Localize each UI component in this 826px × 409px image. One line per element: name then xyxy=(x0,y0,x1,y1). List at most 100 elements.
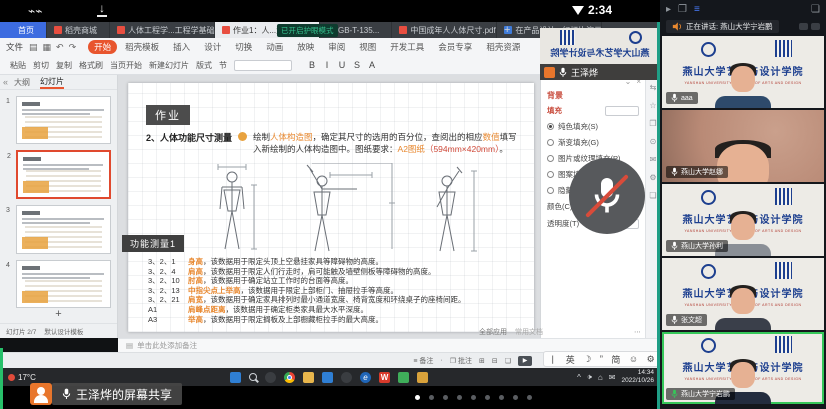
slide-thumbnail[interactable]: 4 xyxy=(16,260,111,308)
tab-outline[interactable]: 大纲 xyxy=(14,77,30,88)
app-icon[interactable] xyxy=(398,372,409,383)
ime-item[interactable]: ” xyxy=(600,354,603,364)
layout-list-icon[interactable]: ≡ xyxy=(694,4,700,15)
toolbar-button[interactable]: 当页开始 xyxy=(110,60,142,71)
tray-expand-icon[interactable]: ^ xyxy=(577,373,581,382)
tray-headset-icon[interactable]: 🕩 xyxy=(587,372,592,382)
format-button[interactable]: B xyxy=(307,60,317,70)
app-icon[interactable] xyxy=(341,372,352,383)
side-tool-icon[interactable]: ⇆ xyxy=(650,83,657,92)
ime-item[interactable]: 简 xyxy=(611,353,620,366)
toolbar-button[interactable]: 复制 xyxy=(56,60,72,71)
participant-tile[interactable]: 燕山大学艺术与设计学院 YANSHAN UNIVERSITY COLLEGE O… xyxy=(662,258,824,330)
ribbon-tab[interactable]: 审阅 xyxy=(322,40,351,54)
side-tool-icon[interactable]: ❐ xyxy=(649,119,656,128)
collapse-panel-icon[interactable]: « xyxy=(3,77,8,87)
participant-tile[interactable]: 燕山大学艺术与设计学院 YANSHAN UNIVERSITY COLLEGE O… xyxy=(662,36,824,108)
comments-toggle[interactable]: ❐ 批注 xyxy=(450,356,472,366)
page-dot[interactable] xyxy=(429,395,434,400)
apps-all-label[interactable]: 全部应用 xyxy=(479,327,507,337)
radio-icon[interactable] xyxy=(547,187,554,194)
notes-toggle[interactable]: ≡ 备注 xyxy=(413,356,433,366)
page-dot[interactable] xyxy=(485,395,490,400)
view-sorter-icon[interactable]: ⊟ xyxy=(492,357,498,365)
save-icon[interactable]: ▤ xyxy=(29,42,38,53)
tab-slides[interactable]: 幻灯片 xyxy=(40,76,64,89)
print-icon[interactable]: ▦ xyxy=(43,42,52,53)
ribbon-tab[interactable]: 开发工具 xyxy=(384,40,430,54)
wps-icon[interactable]: W xyxy=(379,372,390,383)
edge-icon[interactable]: e xyxy=(360,372,371,383)
page-dot[interactable] xyxy=(499,395,504,400)
presenter-camera-overlay[interactable]: 燕山大学艺术与设计学院 王泽烨 xyxy=(540,28,660,80)
ribbon-tab[interactable]: 稻壳模板 xyxy=(119,40,165,54)
format-button[interactable]: A xyxy=(367,60,377,70)
ribbon-tab[interactable]: 动画 xyxy=(260,40,289,54)
radio-icon[interactable] xyxy=(547,139,554,146)
side-tool-icon[interactable]: ✉ xyxy=(650,155,657,164)
document-tab[interactable]: 稻壳商城 xyxy=(47,22,110,38)
toolbar-button[interactable]: 新建幻灯片 xyxy=(149,60,189,71)
ribbon-tab[interactable]: 切换 xyxy=(229,40,258,54)
participant-tile[interactable]: 燕山大学艺术与设计学院 YANSHAN UNIVERSITY COLLEGE O… xyxy=(662,110,824,182)
slideshow-button[interactable]: ▶ xyxy=(518,356,532,366)
folder-icon[interactable] xyxy=(303,372,314,383)
undo-icon[interactable]: ↶ xyxy=(56,42,64,53)
ribbon-tab[interactable]: 会员专享 xyxy=(432,40,478,54)
slide-thumbnail[interactable]: 3 xyxy=(16,205,111,253)
notes-bar[interactable]: ▤ 单击此处添加备注 xyxy=(118,338,660,352)
app-icon[interactable] xyxy=(265,372,276,383)
ime-item[interactable]: 英 xyxy=(566,353,575,366)
chrome-icon[interactable] xyxy=(284,372,295,383)
toolbar-button[interactable]: 节 xyxy=(219,60,227,71)
taskbar-clock[interactable]: 14:34 2022/10/26 xyxy=(621,369,654,385)
ime-item[interactable]: ☽ xyxy=(583,354,591,365)
page-dot[interactable] xyxy=(513,395,518,400)
participant-tile[interactable]: 燕山大学艺术与设计学院 YANSHAN UNIVERSITY COLLEGE O… xyxy=(662,184,824,256)
format-button[interactable]: S xyxy=(352,60,362,70)
slide[interactable]: 作业 2、人体功能尺寸测量 绘制人体构造图，确定其尺寸的选用的百分位，查阅出的相… xyxy=(128,83,534,332)
page-dot[interactable] xyxy=(443,395,448,400)
slide-thumbnail[interactable]: 1 xyxy=(16,96,111,144)
ribbon-tab[interactable]: 放映 xyxy=(291,40,320,54)
document-tab[interactable]: 人体工程学...工程学基础 xyxy=(110,22,215,38)
side-tool-icon[interactable]: ❏ xyxy=(649,191,656,200)
ribbon-tab[interactable]: 设计 xyxy=(198,40,227,54)
download-icon[interactable]: ↓ xyxy=(97,2,107,17)
search-icon[interactable] xyxy=(249,373,257,381)
ribbon-tab[interactable]: 插入 xyxy=(167,40,196,54)
side-tool-icon[interactable]: ⊙ xyxy=(650,137,657,146)
font-family-combo[interactable] xyxy=(234,60,292,71)
expand-sidebar-icon[interactable]: ❏ xyxy=(811,4,820,15)
radio-icon[interactable] xyxy=(547,155,554,162)
tray-mail-icon[interactable]: ✉ xyxy=(609,373,616,382)
radio-icon[interactable] xyxy=(547,123,554,130)
layout-gallery-icon[interactable]: ▸ xyxy=(666,4,671,15)
tray-network-icon[interactable]: ⌂ xyxy=(598,373,603,382)
add-slide-button[interactable]: + xyxy=(0,308,117,322)
page-dot[interactable] xyxy=(471,395,476,400)
radio-icon[interactable] xyxy=(547,171,554,178)
mail-icon[interactable] xyxy=(322,372,333,383)
apps-more-icon[interactable]: ⋯ xyxy=(634,328,641,336)
view-read-icon[interactable]: ❏ xyxy=(505,357,511,365)
ime-item[interactable]: ⚙ xyxy=(647,354,655,365)
toolbar-button[interactable]: 版式 xyxy=(196,60,212,71)
weather-widget[interactable]: 17°C xyxy=(0,373,70,382)
page-dot[interactable] xyxy=(415,395,420,400)
document-tab[interactable]: 首页 xyxy=(0,22,47,38)
side-tool-icon[interactable]: ⚙ xyxy=(649,173,656,182)
ribbon-tab[interactable]: 开始 xyxy=(88,40,117,54)
page-dot[interactable] xyxy=(527,395,532,400)
task-view-icon[interactable] xyxy=(230,372,241,383)
muted-mic-overlay[interactable] xyxy=(569,158,645,234)
ribbon-tab[interactable]: 视图 xyxy=(353,40,382,54)
fill-option[interactable]: 纯色填充(S) xyxy=(541,118,645,134)
toolbar-button[interactable]: 格式刷 xyxy=(79,60,103,71)
toolbar-button[interactable]: 粘贴 xyxy=(10,60,26,71)
page-dot[interactable] xyxy=(457,395,462,400)
document-tab[interactable]: 中国成年人人体尺寸.pdf xyxy=(392,22,497,38)
fill-option[interactable]: 渐变填充(G) xyxy=(541,134,645,150)
apps-more-label[interactable]: 常用文档 xyxy=(515,327,543,337)
ime-item[interactable]: 丨 xyxy=(548,353,557,366)
